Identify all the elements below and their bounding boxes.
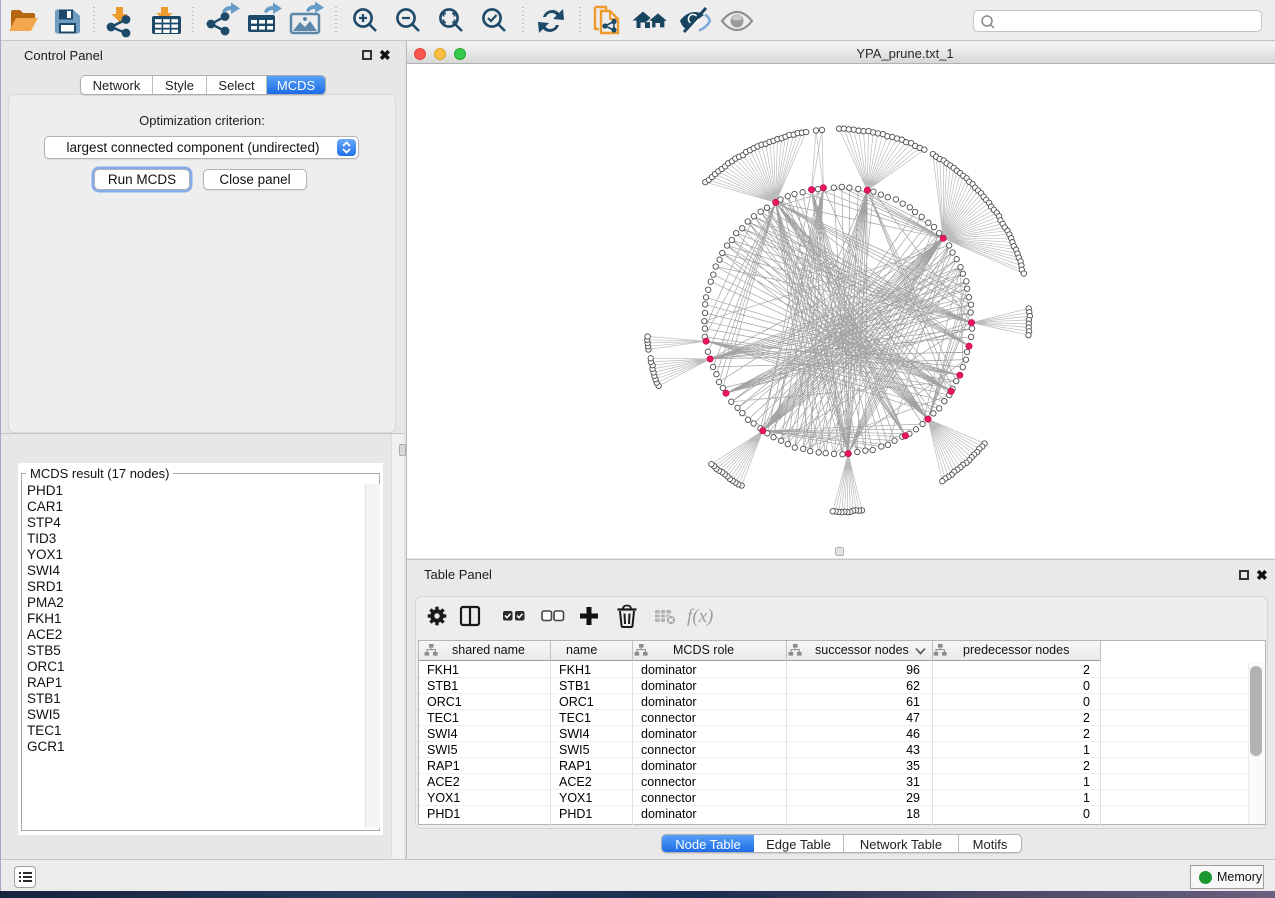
svg-text:f(x): f(x) [687,606,713,627]
